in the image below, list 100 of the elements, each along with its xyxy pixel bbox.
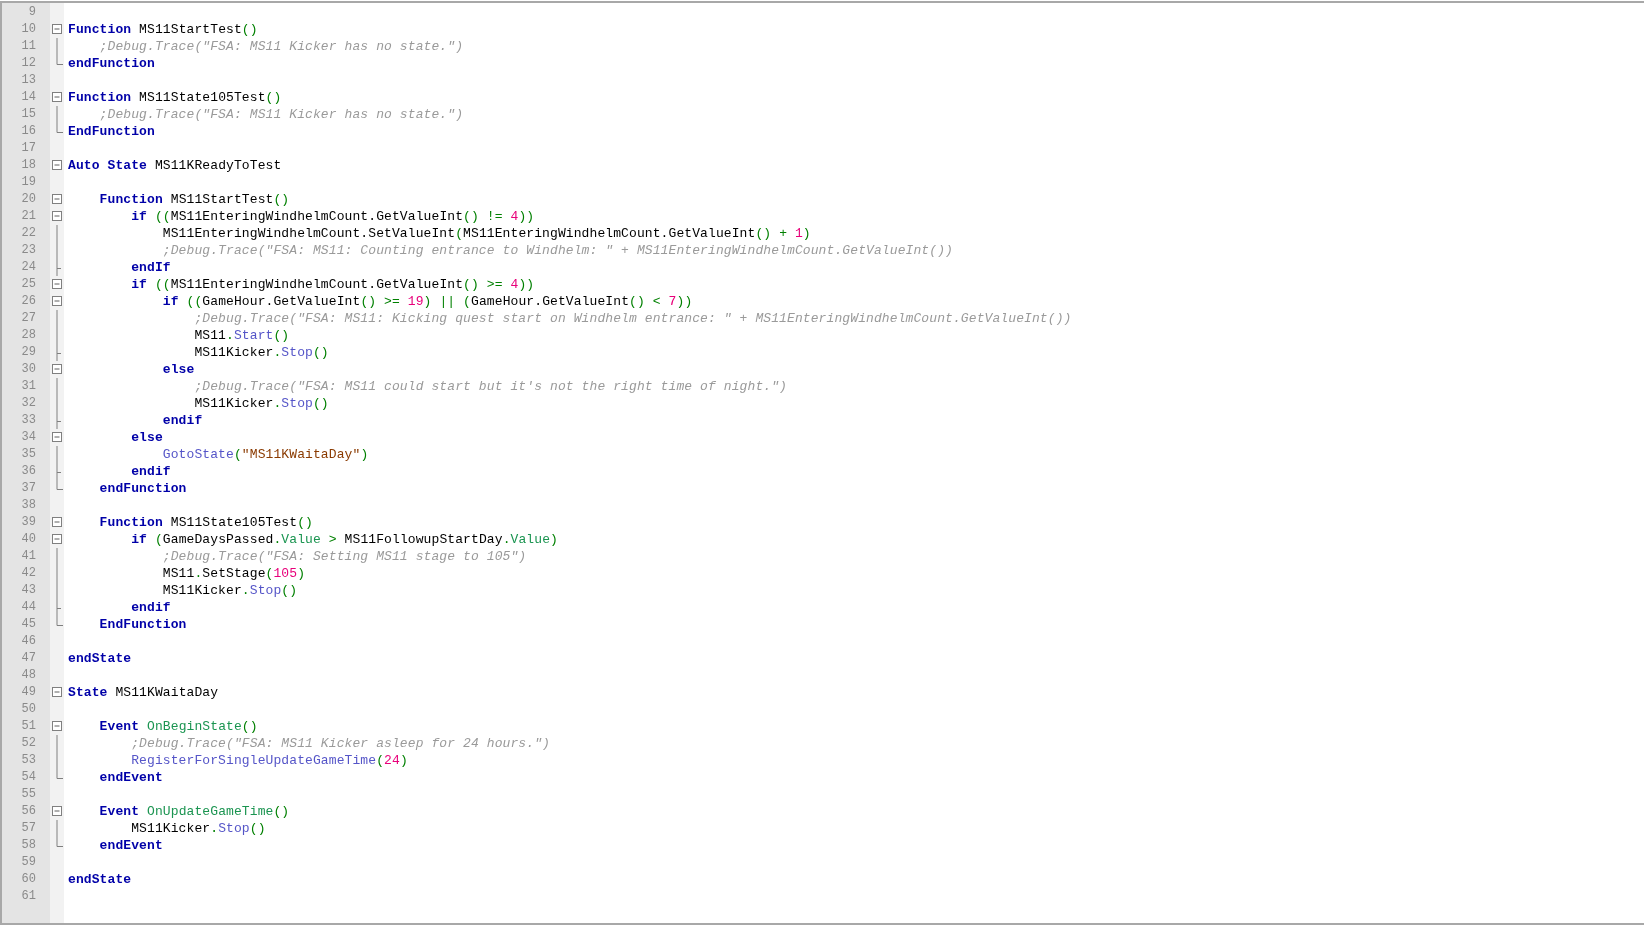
code-punctuation: . (210, 820, 219, 837)
code-property: Value (281, 531, 321, 548)
line-number: 19 (20, 174, 37, 191)
fold-collapse-icon[interactable] (52, 721, 62, 731)
line-number: 50 (20, 701, 37, 718)
line-number: 21 (20, 208, 37, 225)
code-number: 4 (510, 208, 519, 225)
line-number: 46 (20, 633, 37, 650)
code-identifier: MS11EnteringWindhelmCount.GetValueInt (463, 225, 756, 242)
fold-collapse-icon[interactable] (52, 211, 62, 221)
code-keyword: endif (130, 599, 171, 616)
code-punctuation: () (312, 344, 329, 361)
code-function: Stop (281, 344, 313, 361)
code-punctuation: ( (265, 565, 274, 582)
fold-collapse-icon[interactable] (52, 194, 62, 204)
line-number: 55 (20, 786, 37, 803)
code-property: OnBeginState (146, 718, 242, 735)
code-identifier: MS11State105Test (138, 89, 266, 106)
code-punctuation: . (273, 344, 282, 361)
code-keyword: endState (68, 650, 132, 667)
code-punctuation: . (273, 395, 282, 412)
code-property: Value (510, 531, 551, 548)
line-number: 23 (20, 242, 37, 259)
fold-collapse-icon[interactable] (52, 296, 62, 306)
line-number: 37 (20, 480, 37, 497)
code-keyword: endFunction (98, 480, 187, 497)
code-identifier: MS11EnteringWindhelmCount.GetValueInt (170, 276, 464, 293)
code-keyword: endif (161, 412, 203, 429)
line-number: 51 (20, 718, 37, 735)
line-number: 13 (20, 72, 37, 89)
code-keyword: endIf (130, 259, 171, 276)
code-identifier: GameHour.GetValueInt (202, 293, 361, 310)
code-string: "MS11KWaitaDay" (241, 446, 361, 463)
code-keyword: EndFunction (98, 616, 187, 633)
line-number: 25 (20, 276, 37, 293)
code-comment: ;Debug.Trace("FSA: MS11 Kicker asleep for 24 hours.") (130, 735, 550, 752)
code-function: Stop (218, 820, 250, 837)
fold-collapse-icon[interactable] (52, 806, 62, 816)
line-number: 9 (27, 4, 37, 21)
code-keyword: endState (68, 871, 132, 888)
fold-collapse-icon[interactable] (52, 160, 62, 170)
code-keyword: Function (68, 21, 132, 38)
code-editor[interactable] (0, 1, 1644, 925)
line-number: 60 (20, 871, 37, 888)
line-number: 45 (20, 616, 37, 633)
line-number: 35 (20, 446, 37, 463)
fold-collapse-icon[interactable] (52, 24, 62, 34)
code-punctuation: () (249, 820, 266, 837)
code-punctuation: . (241, 582, 250, 599)
line-number: 42 (20, 565, 37, 582)
fold-collapse-icon[interactable] (52, 687, 62, 697)
fold-collapse-icon[interactable] (52, 432, 62, 442)
line-number: 44 (20, 599, 37, 616)
code-punctuation: (( (153, 208, 171, 225)
line-number: 58 (20, 837, 37, 854)
code-punctuation: (( (185, 293, 203, 310)
line-number: 61 (20, 888, 37, 905)
code-punctuation: () (273, 803, 290, 820)
code-keyword: else (130, 429, 163, 446)
code-identifier: MS11 (193, 327, 227, 344)
code-comment: ;Debug.Trace("FSA: MS11 Kicker has no state.") (98, 106, 464, 123)
code-punctuation: . (502, 531, 511, 548)
fold-collapse-icon[interactable] (52, 534, 62, 544)
line-number: 48 (20, 667, 37, 684)
line-number: 56 (20, 803, 37, 820)
code-punctuation: () (297, 514, 313, 531)
code-identifier: MS11Kicker (193, 344, 274, 361)
code-punctuation: ) (399, 752, 408, 769)
line-number: 49 (20, 684, 37, 701)
code-identifier: MS11EnteringWindhelmCount.GetValueInt (170, 208, 464, 225)
code-function: GotoState (161, 446, 234, 463)
fold-collapse-icon[interactable] (52, 364, 62, 374)
code-number: 105 (273, 565, 298, 582)
fold-collapse-icon[interactable] (52, 279, 62, 289)
code-punctuation: ) (360, 446, 369, 463)
line-number: 17 (20, 140, 37, 157)
line-number: 41 (20, 548, 37, 565)
code-number: 7 (668, 293, 677, 310)
code-keyword: if (130, 276, 147, 293)
code-punctuation: () (281, 582, 298, 599)
fold-collapse-icon[interactable] (52, 92, 62, 102)
line-number: 28 (20, 327, 37, 344)
code-identifier: MS11EnteringWindhelmCount.SetValueInt (161, 225, 456, 242)
code-keyword: if (130, 208, 147, 225)
code-punctuation: )) (518, 208, 535, 225)
code-keyword: if (130, 531, 147, 548)
line-number: 43 (20, 582, 37, 599)
fold-collapse-icon[interactable] (52, 517, 62, 527)
code-punctuation: () (273, 191, 290, 208)
line-number: 26 (20, 293, 37, 310)
line-number: 52 (20, 735, 37, 752)
code-function: RegisterForSingleUpdateGameTime (130, 752, 377, 769)
code-identifier: MS11FollowupStartDay (344, 531, 503, 548)
code-punctuation: ) (297, 565, 306, 582)
code-punctuation: ( (376, 752, 385, 769)
code-keyword: if (161, 293, 179, 310)
code-identifier: MS11Kicker (161, 582, 242, 599)
code-keyword: Event (98, 803, 140, 820)
code-number: 4 (510, 276, 519, 293)
code-punctuation: . (273, 531, 282, 548)
